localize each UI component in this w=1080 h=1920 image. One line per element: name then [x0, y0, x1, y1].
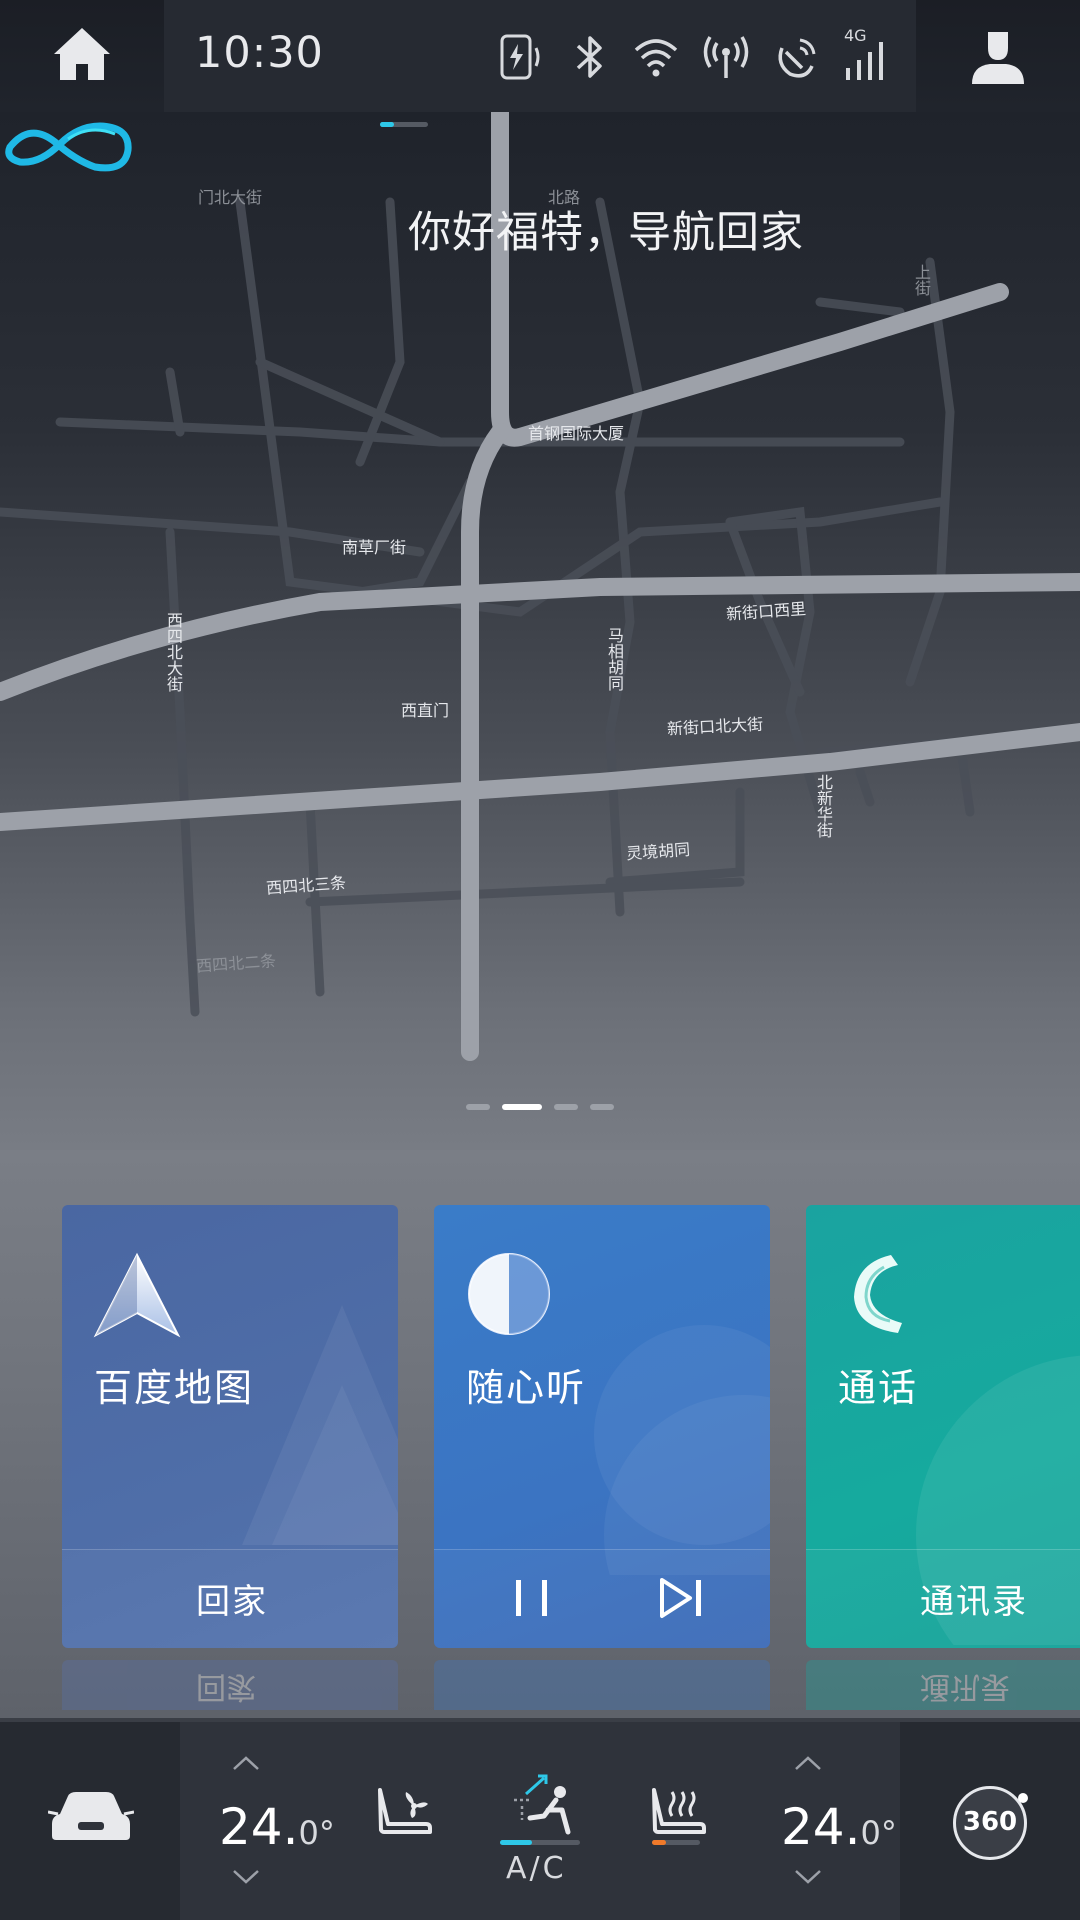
left-temperature: 24.0° — [219, 1798, 335, 1856]
page-dot[interactable] — [590, 1104, 614, 1110]
assistant-greeting: 你好福特，导航回家 — [408, 208, 804, 258]
seat-ventilation-icon[interactable] — [374, 1784, 434, 1840]
bluetooth-icon — [576, 36, 602, 78]
navigation-arrow-icon — [93, 1252, 181, 1338]
seat-heating-icon[interactable] — [648, 1784, 708, 1840]
car-icon[interactable] — [48, 1784, 134, 1848]
hotspot-icon — [703, 36, 749, 78]
baidu-maps-card[interactable]: 百度地图 回家 — [62, 1205, 398, 1648]
map-label: 北新华街 — [814, 774, 833, 838]
camera-360-label: 360 — [962, 1807, 1018, 1837]
map-label: 门北大街 — [198, 188, 263, 207]
phone-card[interactable]: 通话 通讯录 — [806, 1205, 1080, 1648]
ac-airflow-icon[interactable] — [508, 1770, 574, 1840]
right-temperature: 24.0° — [781, 1798, 897, 1856]
profile-icon[interactable] — [966, 26, 1030, 90]
clock: 10:30 — [195, 28, 324, 78]
fan-speed-level — [500, 1840, 580, 1845]
seat-heating-level — [652, 1840, 700, 1845]
climate-bar: 24.0° A/C 24.0° 360 — [0, 122, 1080, 1920]
phone-handset-icon — [854, 1255, 902, 1333]
card-decoration — [242, 1305, 398, 1545]
card-title: 通话 — [838, 1366, 919, 1410]
level-fill — [652, 1840, 667, 1845]
music-card[interactable]: 随心听 — [434, 1205, 770, 1648]
map-label: 西四北大街 — [164, 612, 183, 692]
page-dot[interactable] — [554, 1104, 578, 1110]
card-footer — [434, 1549, 770, 1648]
camera-360-button[interactable]: 360 — [953, 1786, 1028, 1860]
card-title: 随心听 — [466, 1366, 587, 1410]
map-label: 首钢国际大厦 — [528, 424, 625, 443]
ac-button[interactable]: A/C — [506, 1851, 567, 1886]
home-icon[interactable] — [50, 22, 114, 86]
page-dot-active[interactable] — [502, 1104, 542, 1110]
satellite-icon — [778, 38, 816, 78]
map-label: 西直门 — [401, 701, 450, 720]
reflection-text: 回家 — [196, 1669, 256, 1704]
right-temp-up-icon[interactable] — [793, 1754, 823, 1772]
map-label: 新街口北大街 — [666, 714, 764, 739]
right-temp-down-icon[interactable] — [793, 1868, 823, 1886]
go-home-button[interactable]: 回家 — [196, 1574, 268, 1623]
card-reflection — [434, 1660, 770, 1710]
level-fill — [500, 1840, 532, 1845]
status-bar: 10:30 4G — [0, 0, 1080, 112]
voice-assistant-logo-icon[interactable] — [0, 112, 135, 182]
map-label: 南草厂街 — [342, 538, 407, 557]
card-title: 百度地图 — [94, 1366, 255, 1410]
map-label: 灵境胡同 — [625, 839, 691, 864]
wifi-icon — [634, 39, 678, 77]
level-fill — [380, 122, 395, 127]
map-label: 马相胡同 — [605, 627, 624, 691]
left-temp-up-icon[interactable] — [231, 1754, 261, 1772]
contacts-button[interactable]: 通讯录 — [920, 1574, 1028, 1623]
page-dot[interactable] — [466, 1104, 490, 1110]
card-reflection: 回家 — [62, 1660, 398, 1710]
left-temp-decimal: 0° — [298, 1814, 335, 1852]
seat-ventilation-level — [380, 122, 428, 127]
phone-charging-icon — [500, 34, 540, 80]
reflection-text: 通讯录 — [920, 1669, 1010, 1704]
pause-icon[interactable] — [504, 1570, 560, 1626]
left-temp-integer: 24. — [219, 1798, 299, 1856]
map-label: 上街 — [912, 264, 931, 296]
skip-next-icon[interactable] — [654, 1570, 710, 1626]
card-reflection: 通讯录 — [806, 1660, 1080, 1710]
right-temp-decimal: 0° — [860, 1814, 897, 1852]
climate-divider — [0, 1718, 1080, 1722]
right-temp-integer: 24. — [781, 1798, 861, 1856]
card-footer: 通讯录 — [806, 1549, 1080, 1648]
card-decoration — [594, 1325, 770, 1575]
network-type-label: 4G — [844, 26, 867, 45]
music-disc-icon — [468, 1253, 550, 1335]
cellular-4g-icon: 4G — [842, 26, 890, 84]
camera-360-indicator — [1018, 1793, 1028, 1803]
map-view[interactable]: 门北大街 北路 上街 首钢国际大厦 南草厂街 西直门 新街口西里 新街口北大街 … — [0, 112, 1080, 1172]
card-footer: 回家 — [62, 1549, 398, 1648]
left-temp-down-icon[interactable] — [231, 1868, 261, 1886]
